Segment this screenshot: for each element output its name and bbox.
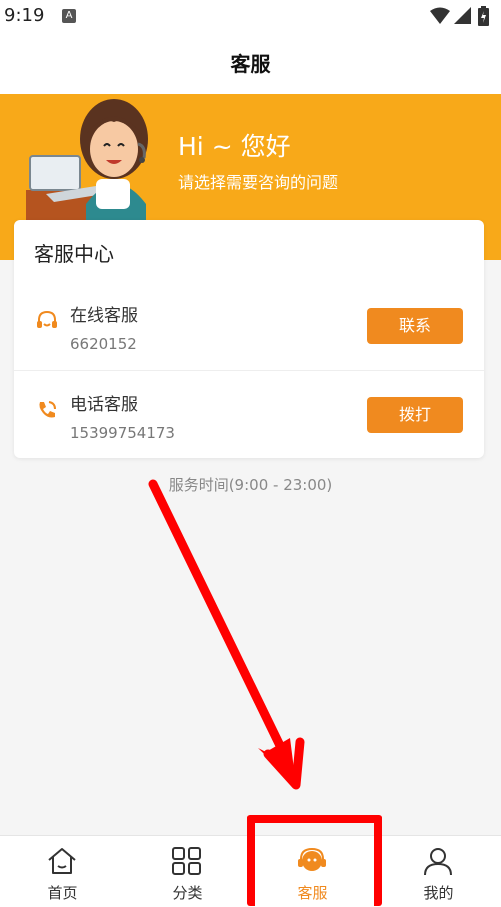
tab-home-label: 首页: [47, 884, 78, 902]
tab-profile-label: 我的: [423, 884, 454, 902]
annotation-arrow: [148, 479, 305, 790]
annotation-highlight-box: [247, 815, 382, 906]
tab-home[interactable]: 首页: [0, 836, 125, 907]
home-icon: [48, 848, 76, 874]
user-icon: [424, 848, 452, 876]
category-grid-icon: [172, 847, 201, 875]
tab-profile[interactable]: 我的: [376, 836, 501, 907]
tab-category-label: 分类: [172, 884, 203, 902]
tab-category[interactable]: 分类: [125, 836, 250, 907]
